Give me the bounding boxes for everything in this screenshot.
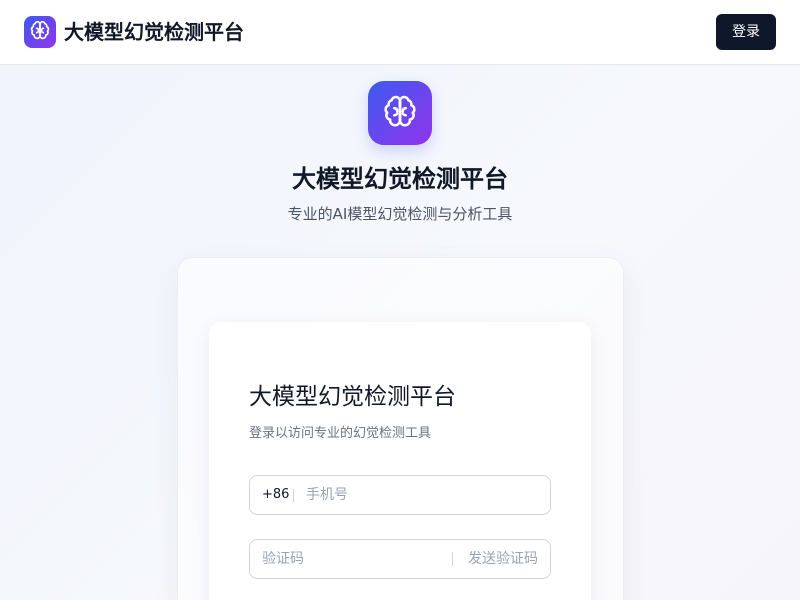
send-code-button[interactable]: 发送验证码 — [468, 540, 538, 578]
login-button[interactable]: 登录 — [716, 14, 776, 50]
hero-subtitle: 专业的AI模型幻觉检测与分析工具 — [287, 205, 513, 223]
top-navbar: 大模型幻觉检测平台 登录 — [0, 0, 800, 65]
verification-code-input[interactable] — [262, 541, 442, 577]
brand-logo — [24, 16, 56, 48]
code-divider — [452, 552, 453, 566]
brain-icon — [383, 94, 417, 132]
brain-icon — [30, 20, 50, 44]
hero-title: 大模型幻觉检测平台 — [292, 165, 508, 193]
country-code-prefix[interactable]: +86 — [262, 476, 289, 514]
phone-field: +86 — [249, 475, 551, 515]
login-form-subtitle: 登录以访问专业的幻觉检测工具 — [249, 426, 432, 441]
login-form-title: 大模型幻觉检测平台 — [249, 384, 456, 410]
verification-code-field: 发送验证码 — [249, 539, 551, 579]
prefix-divider — [293, 489, 294, 502]
hero-logo — [368, 81, 432, 145]
brand-title: 大模型幻觉检测平台 — [64, 20, 244, 44]
phone-input[interactable] — [306, 477, 536, 513]
